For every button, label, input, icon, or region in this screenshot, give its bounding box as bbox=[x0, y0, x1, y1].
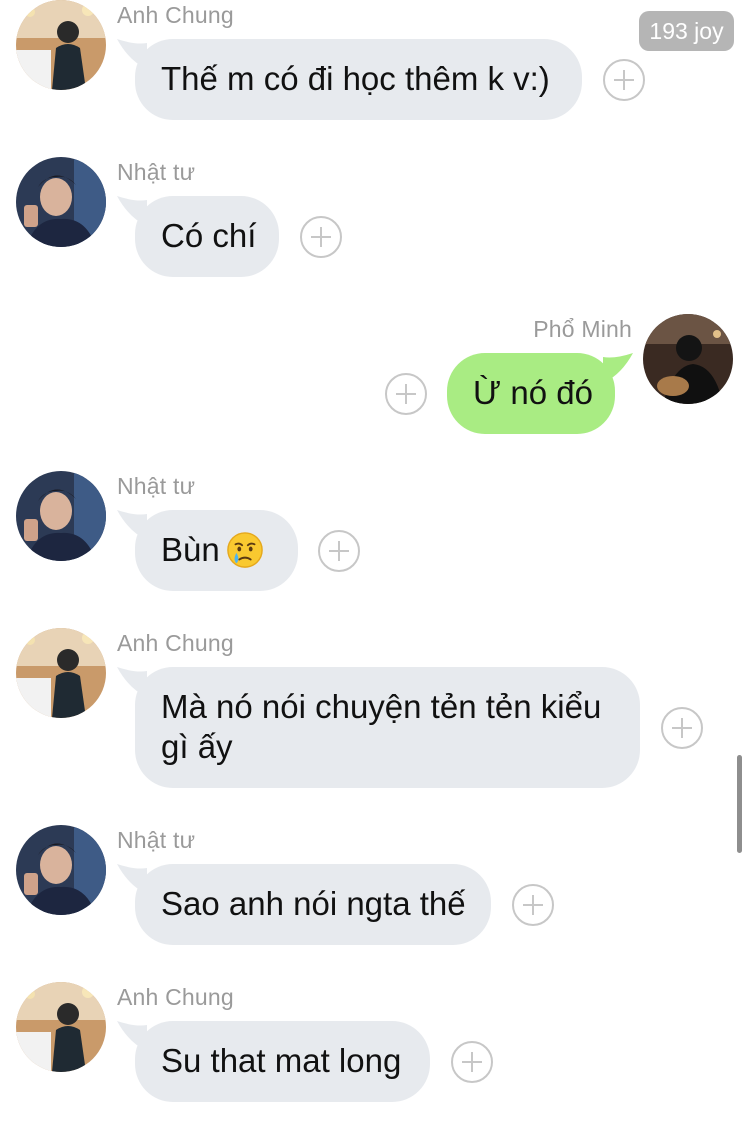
message-bubble[interactable]: Mà nó nói chuyện tẻn tẻn kiểu gì ấy bbox=[135, 667, 640, 788]
scrollbar-thumb[interactable] bbox=[737, 755, 742, 853]
add-reaction-icon[interactable] bbox=[512, 884, 554, 926]
add-reaction-icon[interactable] bbox=[318, 530, 360, 572]
unread-count-badge[interactable]: 193 joy bbox=[639, 11, 734, 51]
message-row: Phổ Minh Ừ nó đó bbox=[0, 314, 750, 439]
message-row: Nhật tư Bùn bbox=[0, 471, 750, 596]
avatar-nhat-tu[interactable] bbox=[16, 471, 106, 561]
crying-face-emoji bbox=[226, 532, 263, 568]
sender-name: Anh Chung bbox=[117, 630, 234, 656]
add-reaction-icon[interactable] bbox=[603, 59, 645, 101]
sender-name: Anh Chung bbox=[117, 2, 234, 28]
avatar-anh-chung[interactable] bbox=[16, 628, 106, 718]
message-row: Anh Chung Mà nó nói chuyện tẻn tẻn kiểu … bbox=[0, 628, 750, 793]
avatar-anh-chung[interactable] bbox=[16, 0, 106, 90]
message-row: Nhật tư Có chí bbox=[0, 157, 750, 282]
avatar-pho-minh[interactable] bbox=[643, 314, 733, 404]
chat-window: Anh Chung Thế m có đi học thêm k v:) Nhậ… bbox=[0, 0, 750, 1124]
message-text: Su that mat long bbox=[161, 1042, 402, 1079]
sender-name: Anh Chung bbox=[117, 984, 234, 1010]
message-text-line: gì ấy bbox=[161, 728, 233, 765]
message-bubble[interactable]: Thế m có đi học thêm k v:) bbox=[135, 39, 582, 120]
message-bubble[interactable]: Có chí bbox=[135, 196, 279, 277]
sender-name: Nhật tư bbox=[117, 827, 196, 853]
message-bubble[interactable]: Su that mat long bbox=[135, 1021, 430, 1102]
sender-name: Nhật tư bbox=[117, 473, 196, 499]
message-text: Có chí bbox=[161, 217, 257, 254]
message-row: Anh Chung Thế m có đi học thêm k v:) bbox=[0, 0, 750, 125]
add-reaction-icon[interactable] bbox=[661, 707, 703, 749]
sender-name: Phổ Minh bbox=[533, 316, 632, 342]
message-text: Ừ nó đó bbox=[473, 374, 593, 411]
message-text: Bùn bbox=[161, 531, 220, 568]
message-text: Sao anh nói ngta thế bbox=[161, 885, 466, 922]
message-bubble[interactable]: Ừ nó đó bbox=[447, 353, 615, 434]
message-row: Nhật tư Sao anh nói ngta thế bbox=[0, 825, 750, 950]
add-reaction-icon[interactable] bbox=[385, 373, 427, 415]
add-reaction-icon[interactable] bbox=[300, 216, 342, 258]
message-bubble[interactable]: Bùn bbox=[135, 510, 298, 591]
sender-name: Nhật tư bbox=[117, 159, 196, 185]
message-text: Thế m có đi học thêm k v:) bbox=[161, 60, 550, 97]
message-bubble[interactable]: Sao anh nói ngta thế bbox=[135, 864, 491, 945]
message-row: Anh Chung Su that mat long bbox=[0, 982, 750, 1107]
avatar-anh-chung[interactable] bbox=[16, 982, 106, 1072]
avatar-nhat-tu[interactable] bbox=[16, 825, 106, 915]
add-reaction-icon[interactable] bbox=[451, 1041, 493, 1083]
message-text-line: Mà nó nói chuyện tẻn tẻn kiểu bbox=[161, 688, 602, 725]
avatar-nhat-tu[interactable] bbox=[16, 157, 106, 247]
